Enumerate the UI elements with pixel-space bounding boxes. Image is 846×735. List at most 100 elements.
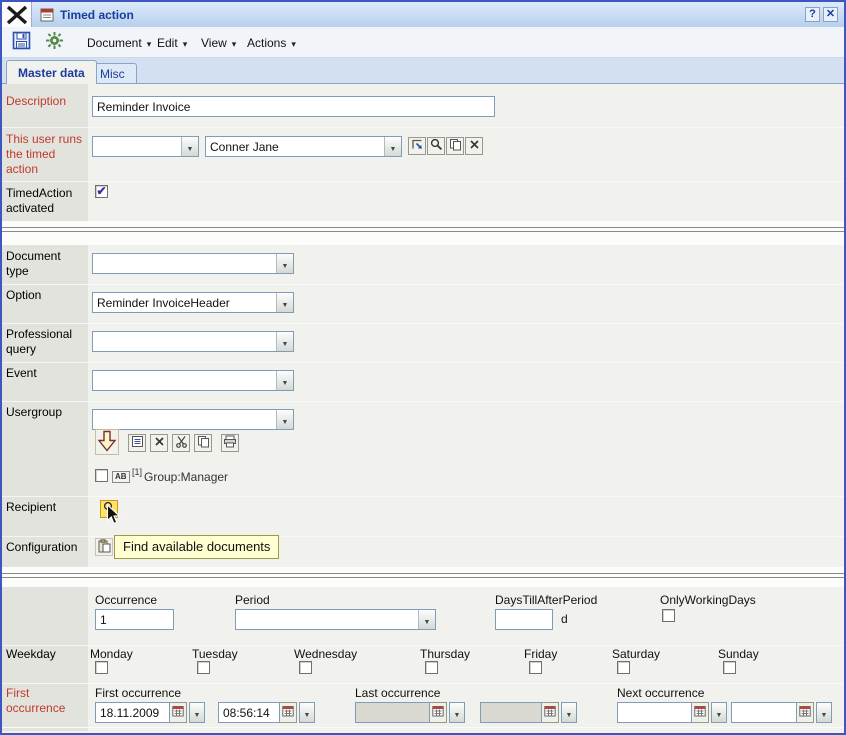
first-occurrence-date-input[interactable]: [95, 702, 170, 723]
first-occurrence-date-dropdown-button[interactable]: [189, 702, 205, 723]
weekday-tuesday-checkbox[interactable]: [197, 661, 210, 674]
chevron-down-icon: [282, 296, 289, 310]
tab-master-data-label: Master data: [18, 66, 85, 80]
close-button[interactable]: ✕: [823, 7, 838, 22]
weekday-wednesday-checkbox[interactable]: [299, 661, 312, 674]
tab-misc-label: Misc: [100, 67, 125, 81]
days-till-after-period-input[interactable]: [495, 609, 553, 630]
calendar-icon: [544, 705, 556, 720]
last-occurrence-time-dropdown-button[interactable]: [561, 702, 577, 723]
menu-actions[interactable]: Actions: [242, 33, 301, 52]
period-select[interactable]: [235, 609, 436, 630]
cut-icon: [175, 435, 188, 451]
last-occurrence-date-dropdown-button[interactable]: [449, 702, 465, 723]
next-occurrence-date-dropdown-button[interactable]: [711, 702, 727, 723]
user-clear-button[interactable]: [465, 137, 483, 155]
open-record-button[interactable]: [408, 137, 426, 155]
occurrence-input[interactable]: [95, 609, 174, 630]
chevron-down-icon: [183, 36, 188, 50]
tab-master-data[interactable]: Master data: [6, 60, 97, 84]
window-title: Timed action: [60, 8, 134, 22]
next-occurrence-time-dropdown-button[interactable]: [816, 702, 832, 723]
chevron-down-icon: [147, 36, 152, 50]
days-unit-label: d: [561, 612, 568, 626]
first-occurrence-time-input[interactable]: [218, 702, 280, 723]
menu-view[interactable]: View: [196, 33, 241, 52]
help-button[interactable]: ?: [805, 7, 820, 22]
last-occurrence-date-calendar-button[interactable]: [430, 702, 447, 723]
recipient-label: Recipient: [6, 500, 86, 515]
usergroup-select[interactable]: [92, 409, 294, 430]
delete-button[interactable]: [150, 434, 168, 452]
menu-view-label: View: [201, 36, 227, 50]
last-occurrence-label: Last occurrence: [355, 686, 440, 700]
event-value: [93, 371, 276, 390]
user-search-button[interactable]: [427, 137, 445, 155]
open-record-icon: [411, 138, 424, 154]
dropdown-button[interactable]: [276, 410, 293, 429]
weekday-thursday-label: Thursday: [420, 647, 470, 661]
option-label: Option: [6, 288, 86, 303]
first-occurrence-date-calendar-button[interactable]: [170, 702, 187, 723]
dropdown-button[interactable]: [181, 137, 198, 156]
weekday-thursday-checkbox[interactable]: [425, 661, 438, 674]
group-copy-button[interactable]: [194, 434, 212, 452]
calendar-icon: [799, 705, 811, 720]
next-occurrence-date-calendar-button[interactable]: [692, 702, 709, 723]
menu-edit[interactable]: Edit: [152, 33, 192, 52]
separator-line: [0, 577, 846, 578]
next-occurrence-label: Next occurrence: [617, 686, 704, 700]
chevron-down-icon: [566, 706, 573, 720]
next-occurrence-time-calendar-button[interactable]: [797, 702, 814, 723]
period-value: [236, 610, 418, 629]
cut-button[interactable]: [172, 434, 190, 452]
dropdown-button[interactable]: [276, 332, 293, 351]
calendar-icon: [432, 705, 444, 720]
first-occurrence-time-dropdown-button[interactable]: [299, 702, 315, 723]
calendar-icon: [282, 705, 294, 720]
dropdown-button[interactable]: [276, 254, 293, 273]
weekday-monday-checkbox[interactable]: [95, 661, 108, 674]
save-button[interactable]: [8, 29, 34, 55]
calendar-icon: [694, 705, 706, 720]
configuration-button[interactable]: [95, 538, 113, 556]
select-all-button[interactable]: [128, 434, 146, 452]
option-select[interactable]: Reminder InvoiceHeader: [92, 292, 294, 313]
run-user-type-select[interactable]: [92, 136, 199, 157]
last-occurrence-time-calendar-button[interactable]: [542, 702, 559, 723]
document-type-select[interactable]: [92, 253, 294, 274]
dropdown-button[interactable]: [276, 371, 293, 390]
chevron-down-icon: [232, 36, 237, 50]
chevron-down-icon: [304, 706, 311, 720]
weekday-friday-checkbox[interactable]: [529, 661, 542, 674]
app-x-logo-icon: [2, 2, 32, 27]
refresh-button[interactable]: [41, 29, 67, 55]
only-working-days-checkbox[interactable]: [662, 609, 675, 622]
dropdown-button[interactable]: [418, 610, 435, 629]
last-occurrence-time-group: [480, 702, 577, 723]
professional-query-select[interactable]: [92, 331, 294, 352]
event-select[interactable]: [92, 370, 294, 391]
run-user-type-value: [93, 137, 181, 156]
weekday-sunday-checkbox[interactable]: [723, 661, 736, 674]
user-copy-button[interactable]: [446, 137, 464, 155]
gear-icon: [46, 32, 63, 52]
print-button[interactable]: [221, 434, 239, 452]
description-input[interactable]: [92, 96, 495, 117]
close-icon: ✕: [826, 9, 835, 20]
weekday-saturday-checkbox[interactable]: [617, 661, 630, 674]
first-occurrence-time-calendar-button[interactable]: [280, 702, 297, 723]
first-occurrence-label: First occurrence: [95, 686, 181, 700]
timed-action-activated-checkbox[interactable]: [95, 185, 108, 198]
dropdown-button[interactable]: [384, 137, 401, 156]
insert-arrow-button[interactable]: [95, 429, 119, 455]
dropdown-button[interactable]: [276, 293, 293, 312]
menu-document[interactable]: Document: [82, 33, 156, 52]
usergroup-entry-label: Group:Manager: [144, 470, 228, 484]
run-user-select[interactable]: Conner Jane: [205, 136, 402, 157]
next-occurrence-time-input[interactable]: [731, 702, 797, 723]
usergroup-entry-checkbox[interactable]: [95, 469, 108, 482]
next-occurrence-date-input[interactable]: [617, 702, 692, 723]
row-divider: [0, 323, 846, 324]
chevron-down-icon: [282, 257, 289, 271]
